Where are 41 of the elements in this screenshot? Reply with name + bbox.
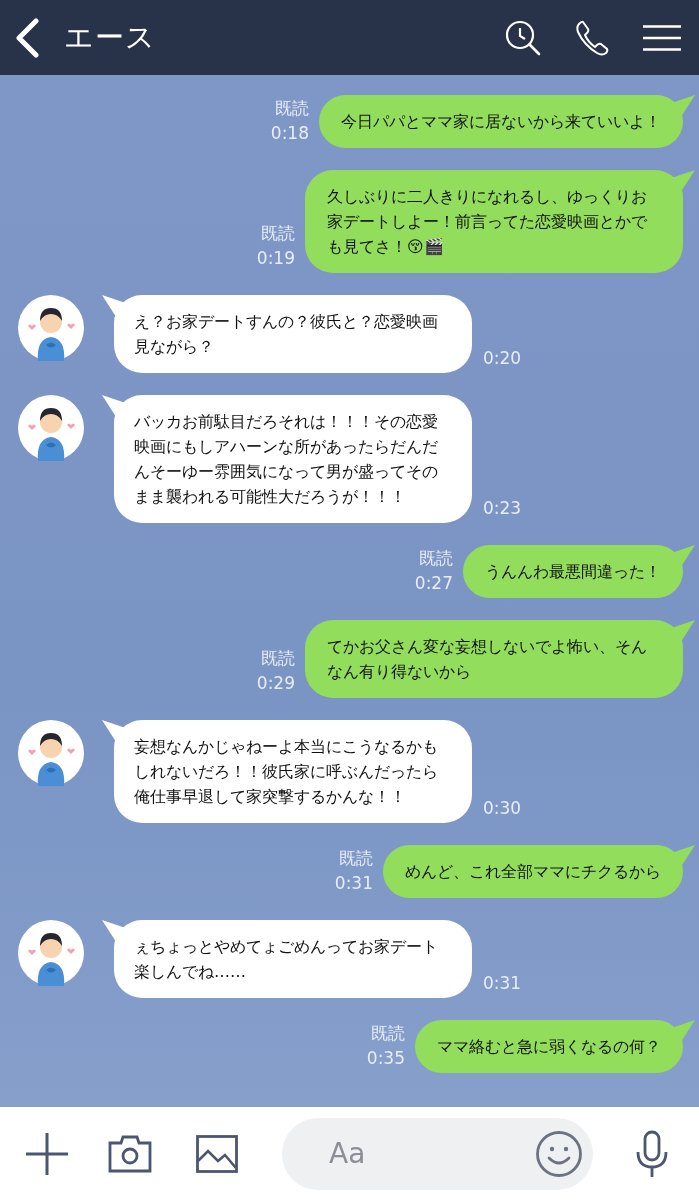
message-time: 0:30 — [483, 797, 522, 820]
read-label: 既読 — [260, 222, 295, 245]
chat-title: エース — [64, 18, 157, 56]
message-bubble: ママ絡むと急に弱くなるの何？ — [415, 1020, 695, 1073]
read-label: 既読 — [370, 1022, 405, 1045]
image-icon[interactable] — [196, 1134, 238, 1173]
read-label: 既読 — [274, 97, 309, 120]
message-time: 0:31 — [483, 972, 522, 995]
camera-icon[interactable] — [108, 1134, 152, 1173]
avatar[interactable] — [18, 395, 84, 461]
read-label: 既読 — [338, 847, 373, 870]
message-time: 0:29 — [256, 672, 295, 695]
phone-icon[interactable] — [575, 19, 609, 56]
message-time: 0:19 — [256, 247, 295, 270]
read-label: 既読 — [418, 547, 453, 570]
read-label: 既読 — [260, 647, 295, 670]
avatar[interactable] — [18, 720, 84, 786]
message-bubble: めんど、これ全部ママにチクるから — [383, 845, 695, 898]
avatar[interactable] — [18, 295, 84, 361]
message-bubble: 今日パパとママ家に居ないから来ていいよ！ — [319, 95, 695, 148]
message-bubble: ぇちょっとやめてょごめんってお家デート楽しんでね…… — [102, 920, 472, 998]
message-time: 0:18 — [270, 122, 309, 145]
message-time: 0:31 — [334, 872, 373, 895]
microphone-icon[interactable] — [635, 1129, 669, 1178]
message-bubble: うんんわ最悪間違った！ — [463, 545, 695, 598]
message-time: 0:20 — [483, 347, 522, 370]
message-time: 0:23 — [483, 497, 522, 520]
search-icon[interactable] — [505, 19, 541, 56]
message-bubble: 久しぶりに二人きりになれるし、ゆっくりお家デートしよー！前言ってた恋愛映画とかでも見てさ！😚🎬 — [305, 170, 695, 273]
message-time: 0:27 — [414, 572, 453, 595]
message-bubble: え？お家デートすんの？彼氏と？恋愛映画見ながら？ — [102, 295, 472, 373]
back-icon[interactable] — [14, 17, 40, 58]
message-input-field[interactable]: Aa — [282, 1117, 593, 1190]
menu-icon[interactable] — [643, 24, 681, 51]
emoji-icon[interactable] — [535, 1129, 583, 1178]
plus-icon[interactable] — [26, 1132, 68, 1175]
message-time: 0:35 — [366, 1047, 405, 1070]
avatar[interactable] — [18, 920, 84, 986]
message-bubble: バッカお前駄目だろそれは！！！その恋愛映画にもしアハーンな所があったらだんだんそーゆー雰囲気になって男が盛ってそのまま襲われる可能性大だろうが！！！ — [102, 395, 472, 523]
message-bubble: 妄想なんかじゃねーよ本当にこうなるかもしれないだろ！！彼氏家に呼ぶんだったら俺仕事早退して家突撃するかんな！！ — [102, 720, 472, 823]
message-bubble: てかお父さん変な妄想しないでよ怖い、そんなん有り得ないから — [305, 620, 695, 698]
